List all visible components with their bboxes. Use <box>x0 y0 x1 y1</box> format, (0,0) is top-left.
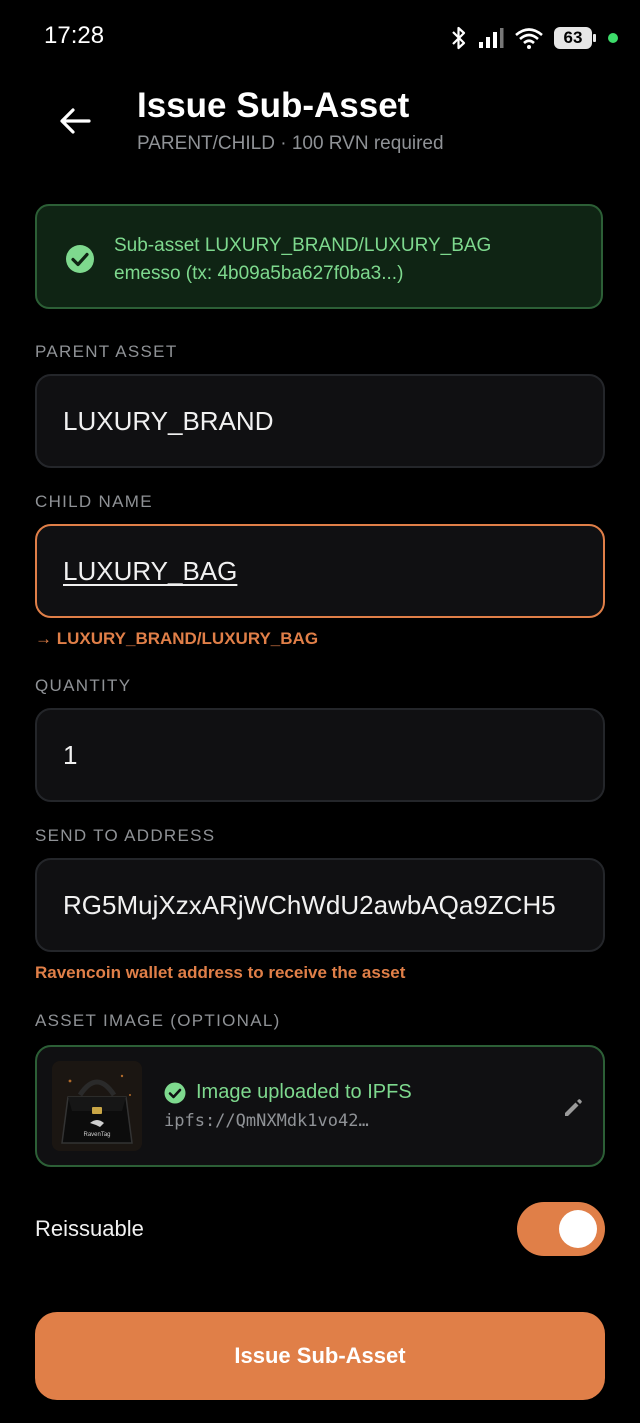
toggle-knob <box>559 1210 597 1248</box>
child-name-field[interactable]: LUXURY_BAG <box>35 524 605 618</box>
banner-message: Sub-asset LUXURY_BRAND/LUXURY_BAG emesso… <box>114 232 584 288</box>
issue-sub-asset-label: Issue Sub-Asset <box>234 1343 406 1368</box>
active-dot <box>608 33 618 43</box>
quantity-value: 1 <box>63 740 78 770</box>
edit-image-button[interactable] <box>559 1094 587 1122</box>
parent-asset-field[interactable]: LUXURY_BRAND <box>35 374 605 468</box>
banner-line-2: emesso (tx: 4b09a5ba627f0ba3...) <box>114 263 404 284</box>
back-button[interactable] <box>52 98 98 144</box>
reissuable-toggle[interactable] <box>517 1202 605 1256</box>
success-banner: Sub-asset LUXURY_BRAND/LUXURY_BAG emesso… <box>35 204 603 309</box>
asset-image-label: ASSET IMAGE (OPTIONAL) <box>35 1011 281 1030</box>
thumb-logo-text: RavenTag <box>83 1132 110 1138</box>
battery-icon: 63 <box>554 27 596 49</box>
parent-asset-label: PARENT ASSET <box>35 342 178 361</box>
bluetooth-icon <box>452 26 466 50</box>
bag-image-icon: RavenTag <box>52 1061 142 1151</box>
upload-status: Image uploaded to IPFS <box>164 1081 412 1104</box>
quantity-label: QUANTITY <box>35 676 132 695</box>
send-to-address-field[interactable]: RG5MujXzxARjWChWdU2awbAQa9ZCH5 <box>35 858 605 952</box>
asset-image-thumbnail: RavenTag <box>52 1061 142 1151</box>
status-icons: 63 <box>450 22 618 54</box>
child-name-hint: → LUXURY_BRAND/LUXURY_BAG <box>35 629 319 648</box>
pencil-icon <box>565 1099 582 1116</box>
status-bar: 17:28 63 <box>0 0 640 76</box>
check-circle-icon <box>164 1082 186 1103</box>
check-circle-icon <box>66 245 94 273</box>
send-to-address-value: RG5MujXzxARjWChWdU2awbAQa9ZCH5 <box>63 890 556 920</box>
send-to-label: SEND TO ADDRESS <box>35 826 216 845</box>
page-title: Issue Sub-Asset <box>137 86 410 125</box>
parent-asset-value: LUXURY_BRAND <box>63 406 274 436</box>
status-time: 17:28 <box>44 22 105 49</box>
send-to-hint: Ravencoin wallet address to receive the … <box>35 963 406 982</box>
back-arrow-icon <box>60 108 91 134</box>
banner-line-1: Sub-asset LUXURY_BRAND/LUXURY_BAG <box>114 235 492 256</box>
quantity-field[interactable]: 1 <box>35 708 605 802</box>
page-subtitle: PARENT/CHILD · 100 RVN required <box>137 133 444 154</box>
signal-icon <box>479 28 504 48</box>
child-name-value: LUXURY_BAG <box>63 556 238 586</box>
reissuable-label: Reissuable <box>35 1216 144 1241</box>
upload-status-text: Image uploaded to IPFS <box>196 1081 412 1103</box>
ipfs-hash: ipfs://QmNXMdk1vo42… <box>164 1111 369 1131</box>
wifi-icon <box>515 28 543 49</box>
issue-sub-asset-button[interactable]: Issue Sub-Asset <box>35 1312 605 1400</box>
asset-image-card[interactable]: RavenTag Image uploaded to IPFS ipfs://Q… <box>35 1045 605 1167</box>
child-name-label: CHILD NAME <box>35 492 153 511</box>
